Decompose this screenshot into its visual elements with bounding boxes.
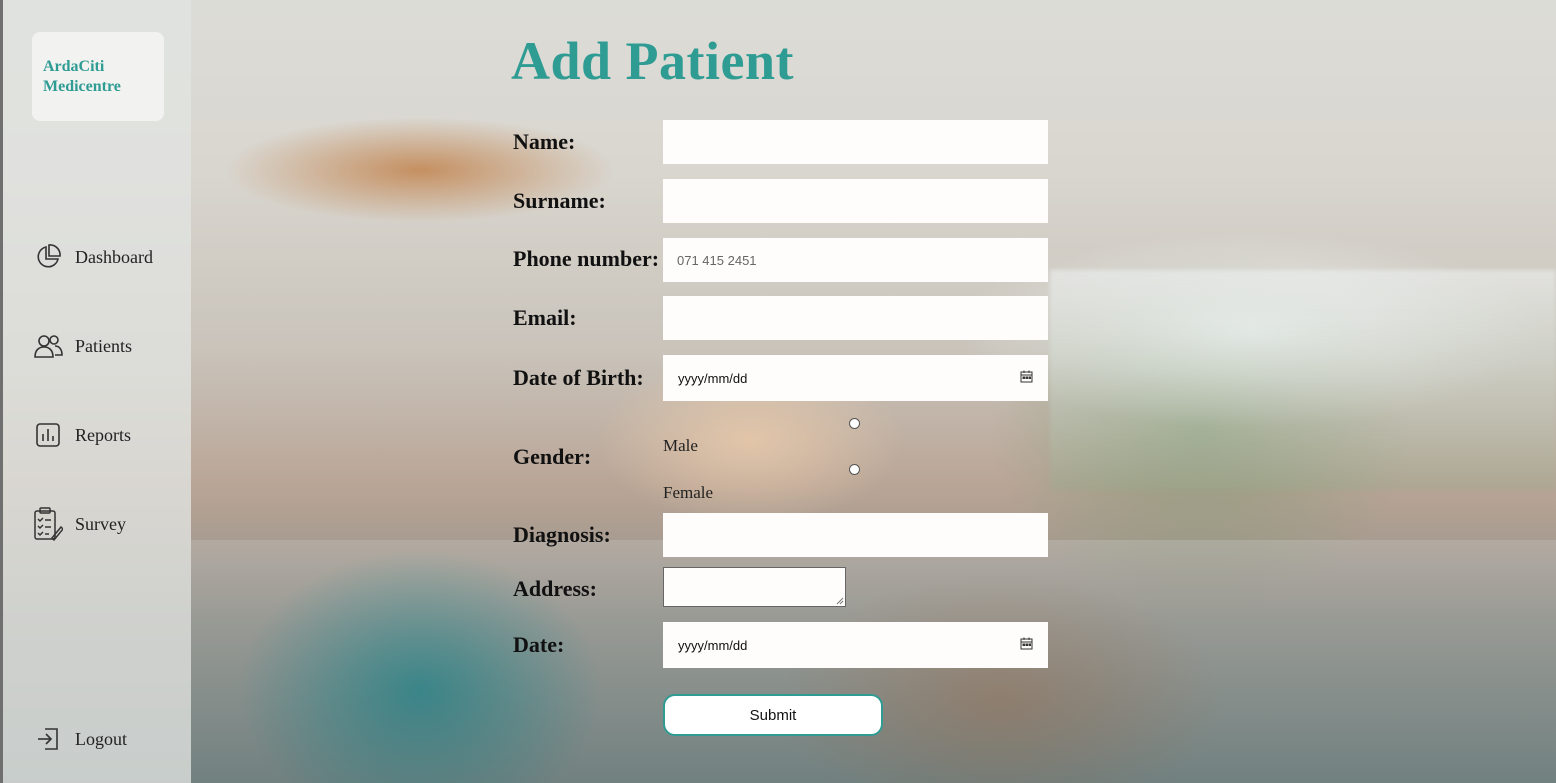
name-input[interactable]	[663, 120, 1048, 164]
bar-chart-icon	[33, 420, 63, 450]
dob-date-input[interactable]: yyyy/mm/dd	[663, 355, 1048, 401]
logout-label: Logout	[75, 728, 127, 749]
sidebar-item-patients[interactable]: Patients	[33, 331, 132, 361]
diagnosis-input[interactable]	[663, 513, 1048, 557]
sidebar-item-patients-label: Patients	[75, 335, 132, 356]
date-placeholder: yyyy/mm/dd	[678, 637, 748, 653]
gender-label: Gender:	[513, 444, 592, 469]
phone-label: Phone number:	[513, 246, 660, 271]
gender-female-radio[interactable]	[849, 464, 860, 475]
sidebar-item-survey[interactable]: Survey	[33, 507, 126, 541]
pie-chart-icon	[33, 242, 63, 272]
email-label: Email:	[513, 305, 577, 330]
date-input[interactable]: yyyy/mm/dd	[663, 622, 1048, 668]
dob-label: Date of Birth:	[513, 365, 644, 390]
email-input[interactable]	[663, 296, 1048, 340]
users-icon	[33, 331, 63, 361]
page-title: Add Patient	[511, 31, 795, 91]
logout-icon	[33, 724, 63, 754]
background-photo-window	[1050, 270, 1556, 490]
gender-female-label: Female	[663, 483, 714, 502]
sidebar-item-dashboard-label: Dashboard	[75, 246, 153, 267]
submit-button[interactable]: Submit	[663, 694, 883, 736]
gender-male-radio[interactable]	[849, 418, 860, 429]
phone-input[interactable]	[663, 238, 1048, 282]
calendar-icon[interactable]	[1020, 637, 1033, 653]
date-label: Date:	[513, 632, 565, 657]
diagnosis-label: Diagnosis:	[513, 522, 611, 547]
brand-name-line1: ArdaCiti	[43, 58, 105, 75]
brand-logo[interactable]: ArdaCiti Medicentre	[32, 32, 164, 121]
address-textarea[interactable]	[663, 567, 846, 607]
address-label: Address:	[513, 576, 597, 601]
sidebar-item-survey-label: Survey	[75, 513, 126, 534]
logout-button[interactable]: Logout	[33, 724, 127, 754]
sidebar-item-reports[interactable]: Reports	[33, 420, 131, 450]
surname-input[interactable]	[663, 179, 1048, 223]
sidebar: ArdaCiti Medicentre Dashboard Patients R…	[0, 0, 191, 783]
brand-name-line2: Medicentre	[43, 78, 121, 95]
calendar-icon[interactable]	[1020, 370, 1033, 386]
gender-male-label: Male	[663, 436, 698, 455]
sidebar-item-reports-label: Reports	[75, 424, 131, 445]
surname-label: Surname:	[513, 188, 606, 213]
dob-date-placeholder: yyyy/mm/dd	[678, 370, 748, 386]
resize-handle-icon[interactable]	[836, 597, 844, 605]
sidebar-item-dashboard[interactable]: Dashboard	[33, 242, 153, 272]
clipboard-survey-icon	[33, 507, 63, 541]
name-label: Name:	[513, 129, 576, 154]
